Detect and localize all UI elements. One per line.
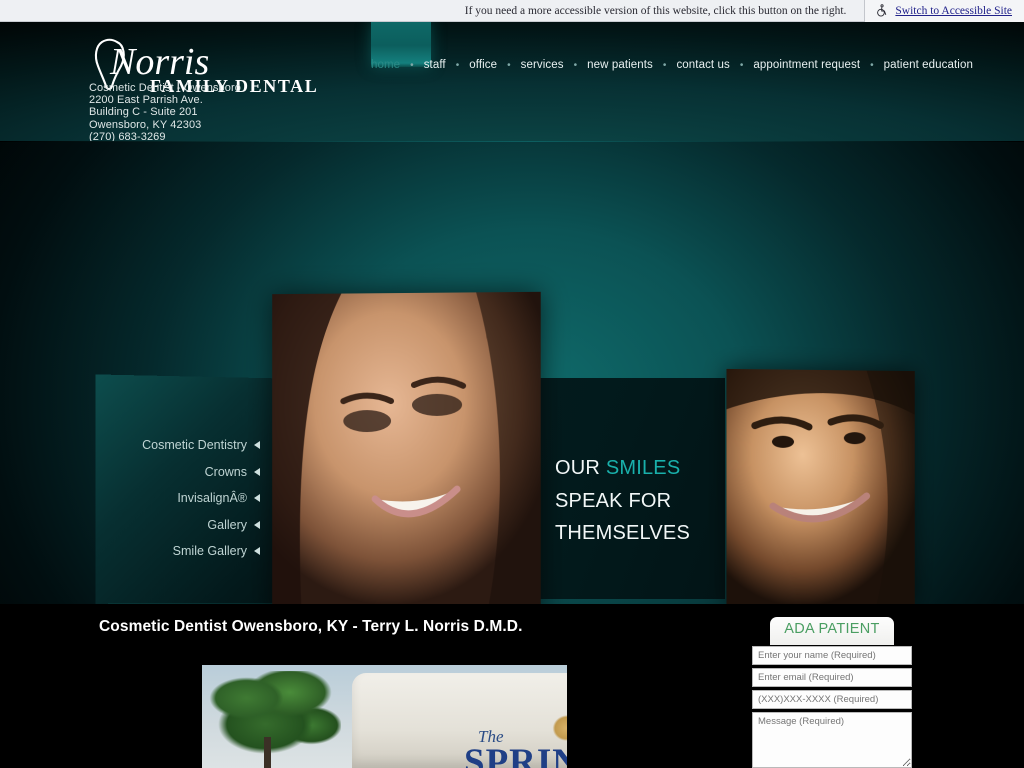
sub-nav-label: Crowns (204, 464, 247, 479)
hero-sub-navigation: Cosmetic Dentistry Crowns InvisalignÂ® G… (120, 438, 260, 558)
sub-nav-item-cosmetic-dentistry[interactable]: Cosmetic Dentistry (142, 438, 260, 452)
address-line-2: 2200 East Parrish Ave. (89, 94, 203, 107)
ada-patient-contact-form: ADA PATIENT (752, 617, 912, 768)
accessibility-bar: If you need a more accessible version of… (0, 0, 1024, 22)
sub-nav-label: Gallery (207, 517, 247, 532)
building-sign-text: SPRINGS (464, 742, 567, 768)
main-navigation: home • staff • office • services • new p… (371, 59, 973, 71)
nav-separator: • (410, 59, 414, 71)
practice-address: Cosmetic Dentist - Owensboro 2200 East P… (89, 82, 241, 142)
slogan-line-2: SPEAK FOR (555, 489, 672, 512)
sub-nav-item-gallery[interactable]: Gallery (207, 518, 260, 532)
nav-separator: • (573, 59, 578, 71)
ada-patient-title: ADA PATIENT (784, 621, 880, 637)
wheelchair-accessibility-icon (875, 4, 888, 17)
triangle-left-icon (254, 467, 260, 476)
accessible-site-link-label: Switch to Accessible Site (895, 4, 1012, 17)
triangle-left-icon (254, 520, 260, 529)
sub-nav-item-smile-gallery[interactable]: Smile Gallery (173, 544, 260, 558)
site-header: Norris FAMILY DENTAL Cosmetic Dentist - … (0, 22, 1024, 142)
nav-separator: • (662, 59, 667, 71)
nav-item-contact-us[interactable]: contact us (676, 59, 729, 71)
nav-item-office[interactable]: office (469, 59, 497, 71)
nav-item-home[interactable]: home (371, 59, 400, 71)
sub-nav-label: Cosmetic Dentistry (142, 438, 247, 452)
nav-item-staff[interactable]: staff (424, 59, 446, 71)
address-line-4: Owensboro, KY 42303 (89, 118, 202, 131)
triangle-left-icon (254, 494, 260, 502)
phone-input[interactable] (752, 690, 912, 709)
address-phone: (270) 683-3269 (89, 130, 166, 142)
address-line-1: Cosmetic Dentist - Owensboro (89, 82, 241, 94)
nav-item-new-patients[interactable]: new patients (587, 59, 653, 71)
hero-woman-portrait (272, 291, 541, 604)
email-input[interactable] (752, 668, 912, 687)
switch-to-accessible-site-button[interactable]: Switch to Accessible Site (864, 0, 1024, 22)
page-root: If you need a more accessible version of… (0, 0, 1024, 768)
nav-item-appointment-request[interactable]: appointment request (753, 59, 860, 71)
nav-item-services[interactable]: services (521, 59, 564, 71)
sub-nav-item-crowns[interactable]: Crowns (205, 465, 260, 479)
hero-man-portrait (726, 368, 915, 604)
name-input[interactable] (752, 646, 912, 665)
slogan-highlight: SMILES (605, 457, 681, 479)
sub-nav-label: Smile Gallery (172, 544, 247, 558)
nav-separator: • (507, 59, 511, 71)
nav-separator: • (870, 59, 874, 71)
nav-separator: • (455, 59, 460, 71)
triangle-left-icon (254, 547, 260, 555)
tree-trunk (264, 737, 271, 768)
hero-banner: Cosmetic Dentistry Crowns InvisalignÂ® G… (0, 142, 1024, 604)
sub-nav-label: InvisalignÂ® (177, 491, 247, 505)
sub-nav-item-invisalign[interactable]: InvisalignÂ® (177, 491, 260, 505)
address-line-3: Building C - Suite 201 (89, 106, 198, 119)
the-springs-building-photo: The SPRINGS (202, 665, 567, 768)
nav-item-patient-education[interactable]: patient education (884, 59, 973, 71)
tree-foliage (206, 671, 341, 768)
hero-slogan: OUR SMILES SPEAK FOR THEMSELVES (555, 452, 690, 550)
slogan-line-1: OUR SMILES (555, 452, 690, 485)
page-title: Cosmetic Dentist Owensboro, KY - Terry L… (99, 618, 523, 635)
slogan-line-3: THEMSELVES (555, 522, 690, 544)
accessibility-message: If you need a more accessible version of… (464, 4, 847, 17)
triangle-left-icon (254, 441, 260, 449)
slogan-prefix: OUR (555, 457, 606, 479)
nav-separator: • (739, 59, 744, 71)
message-textarea[interactable] (752, 712, 912, 768)
